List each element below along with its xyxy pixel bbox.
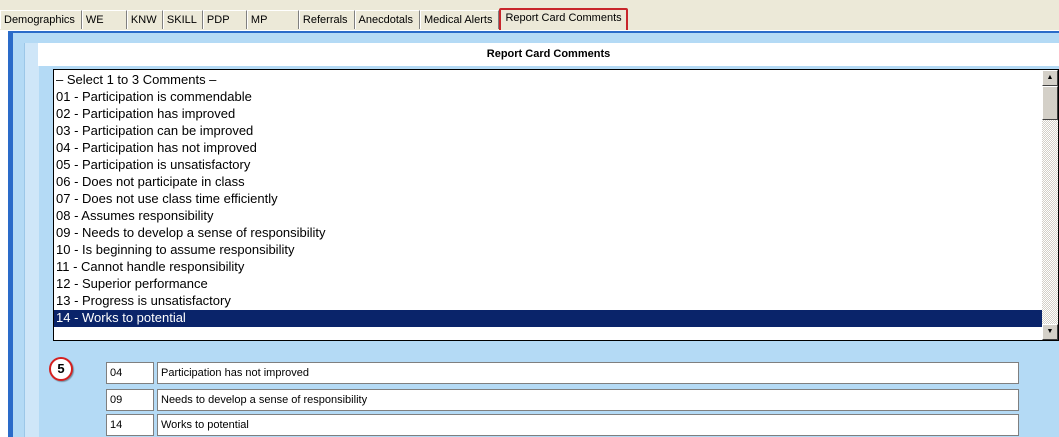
comment-option[interactable]: 14 - Works to potential xyxy=(54,310,1043,327)
panel-title: Report Card Comments xyxy=(38,43,1059,66)
scroll-thumb[interactable] xyxy=(1042,86,1058,120)
comment-option[interactable]: 08 - Assumes responsibility xyxy=(54,208,1043,225)
tab-medical-alerts[interactable]: Medical Alerts xyxy=(419,10,500,29)
tab-knw[interactable]: KNW xyxy=(126,10,163,29)
tab-anecdotals[interactable]: Anecdotals xyxy=(354,10,420,29)
scroll-up-icon[interactable]: ▲ xyxy=(1042,70,1058,86)
comment-option[interactable]: 10 - Is beginning to assume responsibili… xyxy=(54,242,1043,259)
tab-we[interactable]: WE xyxy=(81,10,127,29)
comment-option[interactable]: 04 - Participation has not improved xyxy=(54,140,1043,157)
tab-mp[interactable]: MP xyxy=(246,10,299,29)
tab-pdp[interactable]: PDP xyxy=(202,10,247,29)
comment-text-field[interactable]: Participation has not improved xyxy=(157,362,1019,384)
comment-code-field[interactable]: 14 xyxy=(106,414,154,436)
comment-option[interactable]: 12 - Superior performance xyxy=(54,276,1043,293)
comment-code-field[interactable]: 09 xyxy=(106,389,154,411)
comment-text-field[interactable]: Needs to develop a sense of responsibili… xyxy=(157,389,1019,411)
comment-option[interactable]: 01 - Participation is commendable xyxy=(54,89,1043,106)
tab-demographics[interactable]: Demographics xyxy=(0,10,82,29)
tab-referrals[interactable]: Referrals xyxy=(298,10,355,29)
tab-list: Demographics WE KNW SKILL PDP MP Referra… xyxy=(0,8,628,32)
comment-code-field[interactable]: 04 xyxy=(106,362,154,384)
comment-option[interactable]: 05 - Participation is unsatisfactory xyxy=(54,157,1043,174)
tab-skill[interactable]: SKILL xyxy=(162,10,203,29)
vertical-scrollbar[interactable]: ▲ ▼ xyxy=(1042,70,1058,340)
comment-option[interactable]: 02 - Participation has improved xyxy=(54,106,1043,123)
panel-edge xyxy=(24,43,39,437)
comment-option[interactable]: 07 - Does not use class time efficiently xyxy=(54,191,1043,208)
comment-option[interactable]: 09 - Needs to develop a sense of respons… xyxy=(54,225,1043,242)
comment-listbox[interactable]: – Select 1 to 3 Comments –01 - Participa… xyxy=(53,69,1059,341)
comment-option[interactable]: 03 - Participation can be improved xyxy=(54,123,1043,140)
tab-strip: Demographics WE KNW SKILL PDP MP Referra… xyxy=(0,0,1059,32)
comment-list: – Select 1 to 3 Comments –01 - Participa… xyxy=(54,72,1043,327)
comment-option[interactable]: 06 - Does not participate in class xyxy=(54,174,1043,191)
comment-text-field[interactable]: Works to potential xyxy=(157,414,1019,436)
comment-option[interactable]: 13 - Progress is unsatisfactory xyxy=(54,293,1043,310)
step-number-badge: 5 xyxy=(49,357,73,381)
comment-option[interactable]: 11 - Cannot handle responsibility xyxy=(54,259,1043,276)
comment-option[interactable]: – Select 1 to 3 Comments – xyxy=(54,72,1043,89)
tab-report-card-comments[interactable]: Report Card Comments xyxy=(499,8,628,32)
scroll-down-icon[interactable]: ▼ xyxy=(1042,324,1058,340)
